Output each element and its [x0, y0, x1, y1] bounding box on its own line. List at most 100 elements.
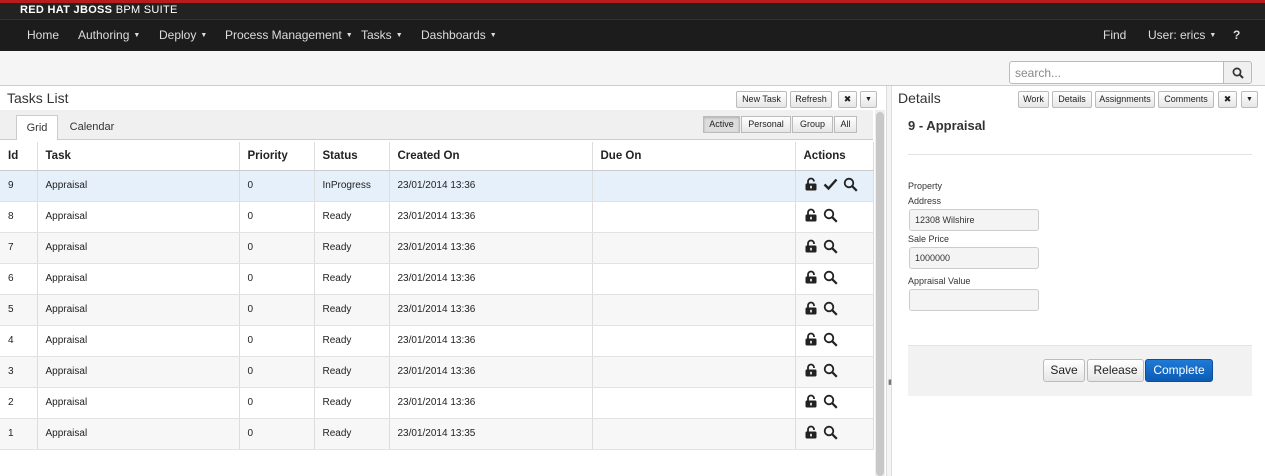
address-label: Address — [908, 196, 942, 206]
cell-priority: 0 — [239, 201, 315, 233]
cell-id: 3 — [0, 356, 38, 388]
cell-actions — [795, 170, 874, 202]
cell-task: Appraisal — [37, 232, 240, 264]
unlock-icon[interactable] — [804, 425, 818, 442]
cell-created-on: 23/01/2014 13:36 — [389, 201, 593, 233]
filter-all[interactable]: All — [834, 116, 857, 133]
nav-tasks[interactable]: Tasks ▼ — [361, 20, 403, 51]
unlock-icon[interactable] — [804, 394, 818, 411]
sale-price-field[interactable] — [909, 247, 1039, 269]
cell-priority: 0 — [239, 263, 315, 295]
filter-active[interactable]: Active — [703, 116, 740, 133]
nav-home[interactable]: Home — [27, 20, 59, 51]
cell-priority: 0 — [239, 325, 315, 357]
table-row[interactable]: 8 Appraisal 0 Ready 23/01/2014 13:36 — [0, 201, 874, 233]
nav-authoring[interactable]: Authoring ▼ — [78, 20, 140, 51]
cell-actions — [795, 356, 874, 388]
search-icon[interactable] — [823, 363, 838, 381]
details-panel-title: Details — [898, 90, 941, 106]
new-task-button[interactable]: New Task — [736, 91, 787, 108]
tab-work[interactable]: Work — [1018, 91, 1049, 108]
table-row[interactable]: 2 Appraisal 0 Ready 23/01/2014 13:36 — [0, 387, 874, 419]
filter-personal[interactable]: Personal — [741, 116, 791, 133]
unlock-icon[interactable] — [804, 363, 818, 380]
cell-due-on — [592, 263, 796, 295]
search-icon[interactable] — [823, 270, 838, 288]
chevron-down-icon: ▼ — [345, 32, 353, 39]
search-icon[interactable] — [823, 425, 838, 443]
unlock-icon[interactable] — [804, 332, 818, 349]
cell-id: 2 — [0, 387, 38, 419]
tab-assignments[interactable]: Assignments — [1095, 91, 1155, 108]
chevron-down-icon: ▼ — [1209, 32, 1217, 39]
search-input[interactable] — [1009, 61, 1224, 84]
cell-id: 5 — [0, 294, 38, 326]
search-icon[interactable] — [823, 208, 838, 226]
panel-menu-icon[interactable]: ▼ — [860, 91, 877, 108]
cell-priority: 0 — [239, 418, 315, 450]
close-icon[interactable]: ✖ — [1218, 91, 1237, 108]
search-button[interactable] — [1223, 61, 1252, 84]
cell-id: 1 — [0, 418, 38, 450]
search-icon[interactable] — [823, 239, 838, 257]
unlock-icon[interactable] — [804, 208, 818, 225]
cell-actions — [795, 232, 874, 264]
complete-button[interactable]: Complete — [1145, 359, 1213, 382]
tab-details[interactable]: Details — [1052, 91, 1092, 108]
nav-dashboards[interactable]: Dashboards ▼ — [421, 20, 497, 51]
nav-deploy[interactable]: Deploy ▼ — [159, 20, 207, 51]
cell-created-on: 23/01/2014 13:36 — [389, 325, 593, 357]
cell-id: 7 — [0, 232, 38, 264]
address-field[interactable] — [909, 209, 1039, 231]
tab-calendar[interactable]: Calendar — [62, 115, 122, 140]
table-row[interactable]: 3 Appraisal 0 Ready 23/01/2014 13:36 — [0, 356, 874, 388]
table-row[interactable]: 7 Appraisal 0 Ready 23/01/2014 13:36 — [0, 232, 874, 264]
search-icon[interactable] — [843, 177, 858, 195]
brand-bar: RED HAT JBOSS BPM SUITE — [0, 0, 1265, 19]
panel-splitter[interactable] — [886, 86, 892, 476]
cell-created-on: 23/01/2014 13:36 — [389, 263, 593, 295]
appraisal-value-field[interactable] — [909, 289, 1039, 311]
cell-task: Appraisal — [37, 294, 240, 326]
search-icon[interactable] — [823, 301, 838, 319]
column-header-created-on[interactable]: Created On — [389, 142, 593, 171]
table-row[interactable]: 1 Appraisal 0 Ready 23/01/2014 13:35 — [0, 418, 874, 450]
lock-icon[interactable] — [804, 177, 818, 194]
column-header-status[interactable]: Status — [314, 142, 390, 171]
column-header-task[interactable]: Task — [37, 142, 240, 171]
release-button[interactable]: Release — [1087, 359, 1144, 382]
property-section-label: Property — [908, 181, 943, 191]
column-header-due-on[interactable]: Due On — [592, 142, 796, 171]
search-icon[interactable] — [823, 332, 838, 350]
cell-due-on — [592, 201, 796, 233]
column-header-priority[interactable]: Priority — [239, 142, 315, 171]
tab-grid[interactable]: Grid — [16, 115, 58, 140]
column-header-id[interactable]: Id — [0, 142, 38, 171]
cell-status: Ready — [314, 263, 390, 295]
cell-priority: 0 — [239, 356, 315, 388]
save-button[interactable]: Save — [1043, 359, 1085, 382]
unlock-icon[interactable] — [804, 301, 818, 318]
nav-user-menu[interactable]: User: erics ▼ — [1148, 20, 1216, 51]
nav-process-management[interactable]: Process Management ▼ — [225, 20, 353, 51]
table-row[interactable]: 4 Appraisal 0 Ready 23/01/2014 13:36 — [0, 325, 874, 357]
check-icon[interactable] — [823, 177, 838, 194]
nav-find[interactable]: Find — [1103, 20, 1126, 51]
refresh-button[interactable]: Refresh — [790, 91, 832, 108]
help-icon[interactable]: ? — [1233, 20, 1240, 51]
table-row[interactable]: 6 Appraisal 0 Ready 23/01/2014 13:36 — [0, 263, 874, 295]
tasks-scrollbar-thumb[interactable] — [876, 112, 884, 476]
cell-due-on — [592, 356, 796, 388]
unlock-icon[interactable] — [804, 270, 818, 287]
close-icon[interactable]: ✖ — [838, 91, 857, 108]
appraisal-value-label: Appraisal Value — [908, 276, 971, 286]
cell-due-on — [592, 325, 796, 357]
filter-group[interactable]: Group — [792, 116, 833, 133]
search-icon[interactable] — [823, 394, 838, 412]
tab-comments[interactable]: Comments — [1158, 91, 1214, 108]
unlock-icon[interactable] — [804, 239, 818, 256]
table-row[interactable]: 9 Appraisal 0 InProgress 23/01/2014 13:36 — [0, 170, 874, 202]
panel-menu-icon[interactable]: ▼ — [1241, 91, 1258, 108]
chevron-down-icon: ▼ — [489, 32, 497, 39]
table-row[interactable]: 5 Appraisal 0 Ready 23/01/2014 13:36 — [0, 294, 874, 326]
